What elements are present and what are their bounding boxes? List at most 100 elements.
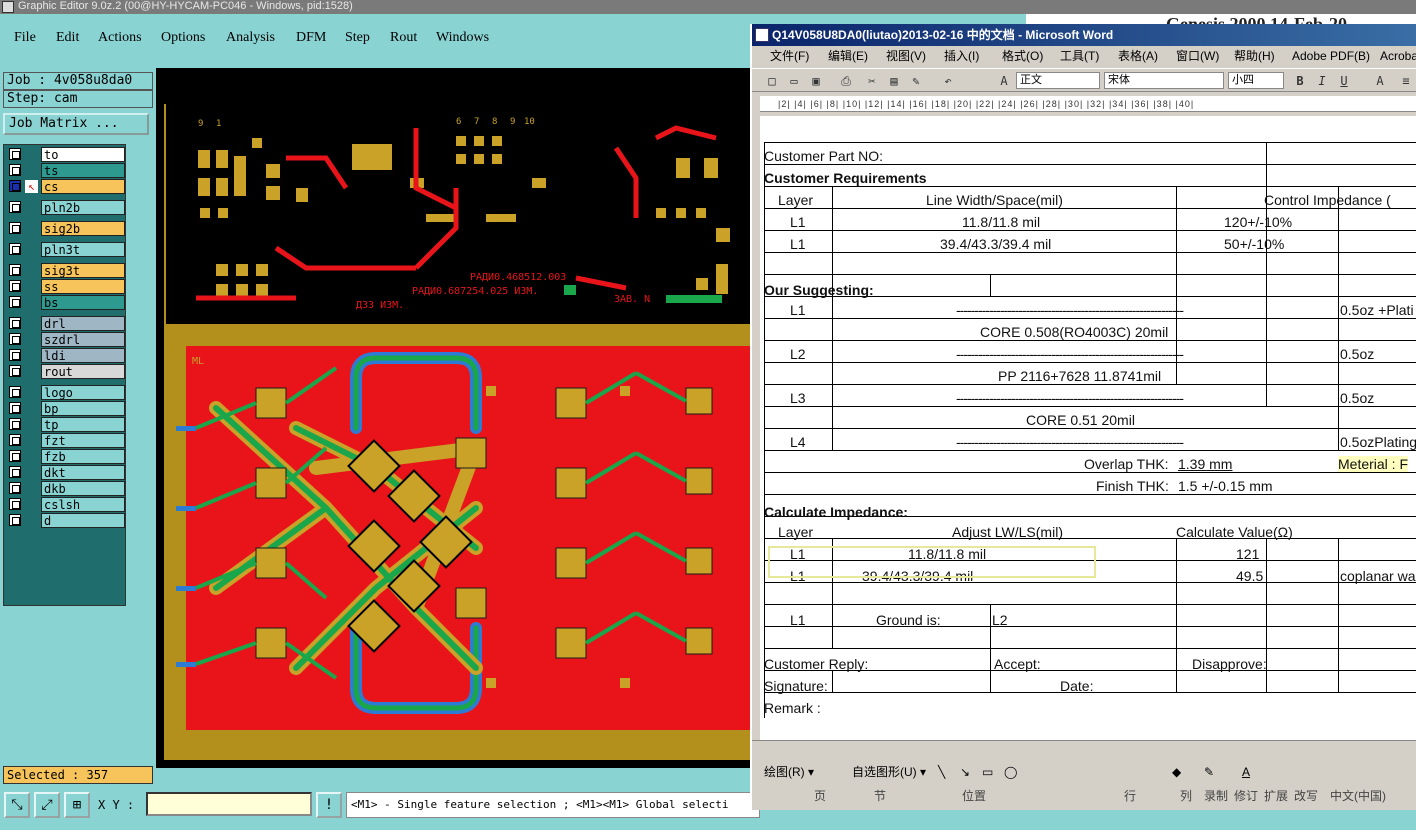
- layer-row-dkb[interactable]: dkb: [6, 481, 126, 496]
- zoom-fit-icon[interactable]: ⤢: [34, 792, 60, 818]
- layer-checkbox[interactable]: [9, 498, 21, 510]
- word-menu-item[interactable]: 表格(A): [1118, 46, 1158, 66]
- layer-checkbox[interactable]: [9, 514, 21, 526]
- layer-checkbox[interactable]: [9, 243, 21, 255]
- word-menu-item[interactable]: 编辑(E): [828, 46, 868, 66]
- layer-checkbox[interactable]: [9, 222, 21, 234]
- layer-row-pln3t[interactable]: pln3t: [6, 242, 126, 257]
- open-icon[interactable]: ▭: [786, 73, 802, 89]
- italic-icon[interactable]: I: [1314, 73, 1330, 89]
- layer-checkbox[interactable]: [9, 365, 21, 377]
- layer-checkbox[interactable]: [9, 317, 21, 329]
- new-doc-icon[interactable]: □: [764, 73, 780, 89]
- layer-row-cslsh[interactable]: cslsh: [6, 497, 126, 512]
- grid-snap-icon[interactable]: ⊞: [64, 792, 90, 818]
- layer-row-szdrl[interactable]: szdrl: [6, 332, 126, 347]
- format-painter-icon[interactable]: ✎: [908, 73, 924, 89]
- layer-row-ldi[interactable]: ldi: [6, 348, 126, 363]
- layer-name: sig3t: [41, 263, 125, 278]
- menu-rout[interactable]: Rout: [390, 30, 417, 46]
- layer-row-d[interactable]: d: [6, 513, 126, 528]
- layer-row-bs[interactable]: bs: [6, 295, 126, 310]
- layer-row-dkt[interactable]: dkt: [6, 465, 126, 480]
- save-icon[interactable]: ▣: [808, 73, 824, 89]
- layer-row-fzt[interactable]: fzt: [6, 433, 126, 448]
- cut-icon[interactable]: ✂: [864, 73, 880, 89]
- layer-row-logo[interactable]: logo: [6, 385, 126, 400]
- layer-row-cs[interactable]: ↖ cs: [6, 179, 126, 194]
- menu-actions[interactable]: Actions: [98, 30, 142, 46]
- layer-row-tp[interactable]: tp: [6, 417, 126, 432]
- menu-dfm[interactable]: DFM: [296, 30, 326, 46]
- menu-edit[interactable]: Edit: [56, 30, 79, 46]
- line-icon[interactable]: ╲: [938, 760, 945, 784]
- layer-checkbox[interactable]: [9, 148, 21, 160]
- layer-checkbox[interactable]: [9, 201, 21, 213]
- layer-checkbox[interactable]: [9, 450, 21, 462]
- alert-icon[interactable]: !: [316, 792, 342, 818]
- word-menu-item[interactable]: 格式(O): [1002, 46, 1043, 66]
- layer-row-fzb[interactable]: fzb: [6, 449, 126, 464]
- fill-color-icon[interactable]: ◆: [1172, 760, 1181, 784]
- menu-file[interactable]: File: [14, 30, 36, 46]
- word-menu-item[interactable]: 帮助(H): [1234, 46, 1275, 66]
- autoshape-menu[interactable]: 自选图形(U) ▾: [852, 760, 926, 784]
- layer-checkbox[interactable]: [9, 280, 21, 292]
- arrow-icon[interactable]: ↘: [960, 760, 970, 784]
- layer-checkbox[interactable]: [9, 482, 21, 494]
- style-select[interactable]: 正文: [1016, 72, 1100, 89]
- layer-row-ss[interactable]: ss: [6, 279, 126, 294]
- word-menu-item[interactable]: 窗口(W): [1176, 46, 1219, 66]
- layer-row-sig2b[interactable]: sig2b: [6, 221, 126, 236]
- draw-menu[interactable]: 绘图(R) ▾: [764, 760, 814, 784]
- styles-icon[interactable]: A: [996, 73, 1012, 89]
- layer-checkbox[interactable]: [9, 164, 21, 176]
- word-menu-item[interactable]: 文件(F): [770, 46, 809, 66]
- rectangle-icon[interactable]: ▭: [982, 760, 993, 784]
- zoom-in-icon[interactable]: ⤡: [4, 792, 30, 818]
- underline-icon[interactable]: U: [1336, 73, 1352, 89]
- word-title: Q14V058U8DA0(liutao)2013-02-16 中的文档 - Mi…: [772, 28, 1114, 42]
- layer-checkbox[interactable]: [9, 418, 21, 430]
- font-select[interactable]: 宋体: [1104, 72, 1224, 89]
- font-size-select[interactable]: 小四: [1228, 72, 1284, 89]
- layer-row-pln2b[interactable]: pln2b: [6, 200, 126, 215]
- align-icon[interactable]: ≡: [1398, 73, 1414, 89]
- layer-checkbox[interactable]: [9, 402, 21, 414]
- line-color-icon[interactable]: ✎: [1204, 760, 1214, 784]
- word-menu-item[interactable]: 工具(T): [1060, 46, 1099, 66]
- layer-row-rout[interactable]: rout: [6, 364, 126, 379]
- layer-checkbox[interactable]: [9, 333, 21, 345]
- undo-icon[interactable]: ↶: [940, 73, 956, 89]
- layer-checkbox[interactable]: [9, 264, 21, 276]
- oval-icon[interactable]: ◯: [1004, 760, 1017, 784]
- menu-step[interactable]: Step: [345, 30, 370, 46]
- print-icon[interactable]: ⎙: [838, 73, 854, 89]
- job-matrix-button[interactable]: Job Matrix ...: [3, 113, 149, 135]
- paste-icon[interactable]: ▤: [886, 73, 902, 89]
- layer-checkbox[interactable]: [9, 296, 21, 308]
- word-menu-item[interactable]: 视图(V): [886, 46, 926, 66]
- menu-analysis[interactable]: Analysis: [226, 30, 275, 46]
- font-color-icon[interactable]: A: [1242, 760, 1250, 784]
- layer-row-ts[interactable]: ts: [6, 163, 126, 178]
- xy-coordinate-input[interactable]: [146, 792, 312, 816]
- word-menu-item[interactable]: Acroba: [1380, 46, 1416, 66]
- layer-checkbox[interactable]: [9, 434, 21, 446]
- layer-checkbox[interactable]: [9, 349, 21, 361]
- layer-checkbox[interactable]: [9, 180, 21, 192]
- layer-row-sig3t[interactable]: sig3t: [6, 263, 126, 278]
- layer-row-drl[interactable]: drl: [6, 316, 126, 331]
- graphic-canvas[interactable]: РАДИ0.468512.003 РАДИ0.687254.025 И3М. Д…: [156, 68, 750, 768]
- menu-windows[interactable]: Windows: [436, 30, 489, 46]
- document-page[interactable]: Customer Part NO: Customer Requirements …: [760, 116, 1416, 742]
- char-border-icon[interactable]: A: [1372, 73, 1388, 89]
- layer-checkbox[interactable]: [9, 386, 21, 398]
- word-menu-item[interactable]: 插入(I): [944, 46, 979, 66]
- word-menu-item[interactable]: Adobe PDF(B): [1292, 46, 1370, 66]
- layer-row-bp[interactable]: bp: [6, 401, 126, 416]
- menu-options[interactable]: Options: [161, 30, 205, 46]
- layer-checkbox[interactable]: [9, 466, 21, 478]
- bold-icon[interactable]: B: [1292, 73, 1308, 89]
- layer-row-to[interactable]: to: [6, 147, 126, 162]
